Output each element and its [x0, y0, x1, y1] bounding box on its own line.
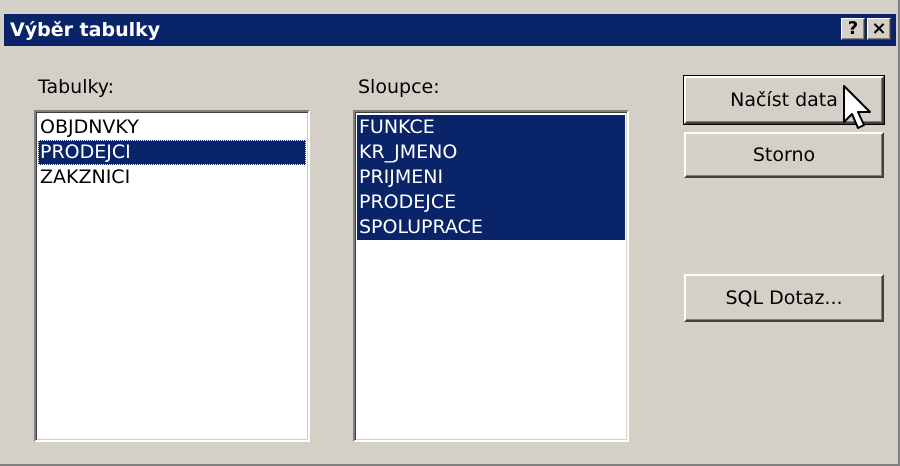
sql-query-label: SQL Dotaz... — [725, 287, 843, 309]
list-item-kr-jmeno[interactable]: KR_JMENO — [357, 140, 625, 165]
table-selection-dialog: Výběr tabulky ? × Tabulky: OBJDNVKY PROD… — [0, 0, 900, 466]
list-item-zakznici[interactable]: ZAKZNICI — [38, 165, 306, 190]
title-bar[interactable]: Výběr tabulky ? × — [4, 14, 896, 46]
cancel-button[interactable]: Storno — [684, 132, 884, 178]
list-item-spoluprace[interactable]: SPOLUPRACE — [357, 215, 625, 240]
close-button[interactable]: × — [867, 18, 891, 40]
list-item-objdnvky[interactable]: OBJDNVKY — [38, 115, 306, 140]
sql-query-button[interactable]: SQL Dotaz... — [684, 274, 884, 322]
load-data-label: Načíst data — [730, 89, 838, 111]
close-icon: × — [871, 18, 887, 39]
columns-listbox[interactable]: FUNKCE KR_JMENO PRIJMENI PRODEJCE SPOLUP… — [353, 110, 629, 442]
cancel-label: Storno — [752, 144, 816, 166]
list-item-funkce[interactable]: FUNKCE — [357, 115, 625, 140]
list-item-prodejce[interactable]: PRODEJCE — [357, 190, 625, 215]
help-icon: ? — [847, 18, 859, 39]
tables-label: Tabulky: — [38, 76, 115, 98]
list-item-prodejci[interactable]: PRODEJCI — [38, 140, 306, 165]
columns-label: Sloupce: — [358, 76, 440, 98]
arrow-cursor-icon — [843, 85, 871, 129]
tables-listbox[interactable]: OBJDNVKY PRODEJCI ZAKZNICI — [34, 110, 310, 442]
list-item-prijmeni[interactable]: PRIJMENI — [357, 165, 625, 190]
window-title: Výběr tabulky — [10, 19, 161, 41]
help-button[interactable]: ? — [841, 18, 865, 40]
